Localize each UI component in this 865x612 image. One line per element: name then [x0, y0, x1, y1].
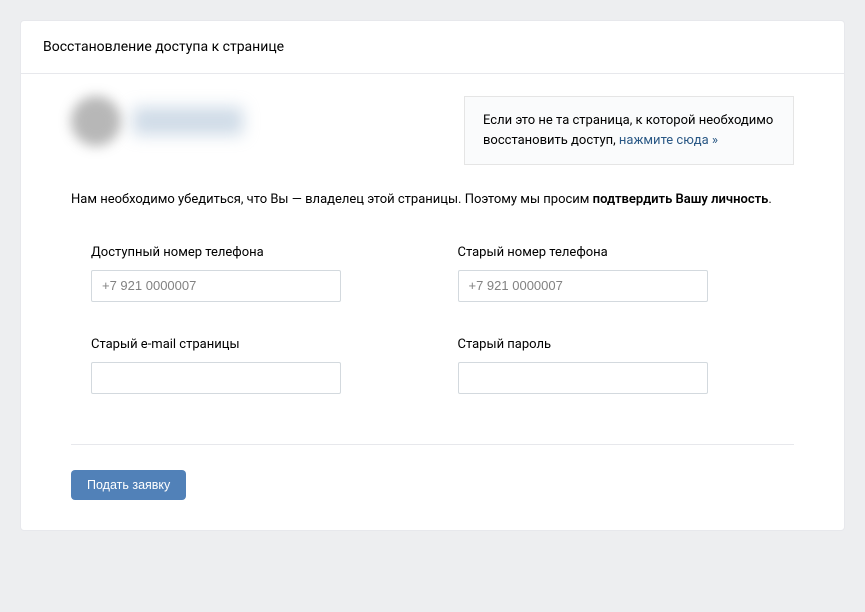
old-password-group: Старый пароль — [458, 337, 775, 394]
old-password-input[interactable] — [458, 362, 708, 394]
profile-name-blurred — [133, 107, 243, 135]
panel-content: Если это не та страница, к которой необх… — [21, 74, 844, 530]
divider — [71, 444, 794, 445]
available-phone-label: Доступный номер телефона — [91, 245, 408, 260]
old-email-label: Старый e-mail страницы — [91, 337, 408, 352]
available-phone-input[interactable] — [91, 270, 341, 302]
recovery-panel: Восстановление доступа к странице Если э… — [20, 20, 845, 531]
submit-button[interactable]: Подать заявку — [71, 470, 186, 500]
old-email-input[interactable] — [91, 362, 341, 394]
available-phone-group: Доступный номер телефона — [91, 245, 408, 302]
top-row: Если это не та страница, к которой необх… — [71, 96, 794, 165]
page-title: Восстановление доступа к странице — [43, 39, 822, 55]
description-text: Нам необходимо убедиться, что Вы — владе… — [71, 190, 794, 210]
old-email-group: Старый e-mail страницы — [91, 337, 408, 394]
profile-block — [71, 96, 243, 146]
old-phone-input[interactable] — [458, 270, 708, 302]
panel-header: Восстановление доступа к странице — [21, 21, 844, 74]
click-here-link[interactable]: нажмите сюда » — [619, 133, 718, 148]
form-grid: Доступный номер телефона Старый номер те… — [71, 245, 794, 394]
wrong-page-notice: Если это не та страница, к которой необх… — [464, 96, 794, 165]
avatar — [71, 96, 121, 146]
old-password-label: Старый пароль — [458, 337, 775, 352]
old-phone-label: Старый номер телефона — [458, 245, 775, 260]
old-phone-group: Старый номер телефона — [458, 245, 775, 302]
